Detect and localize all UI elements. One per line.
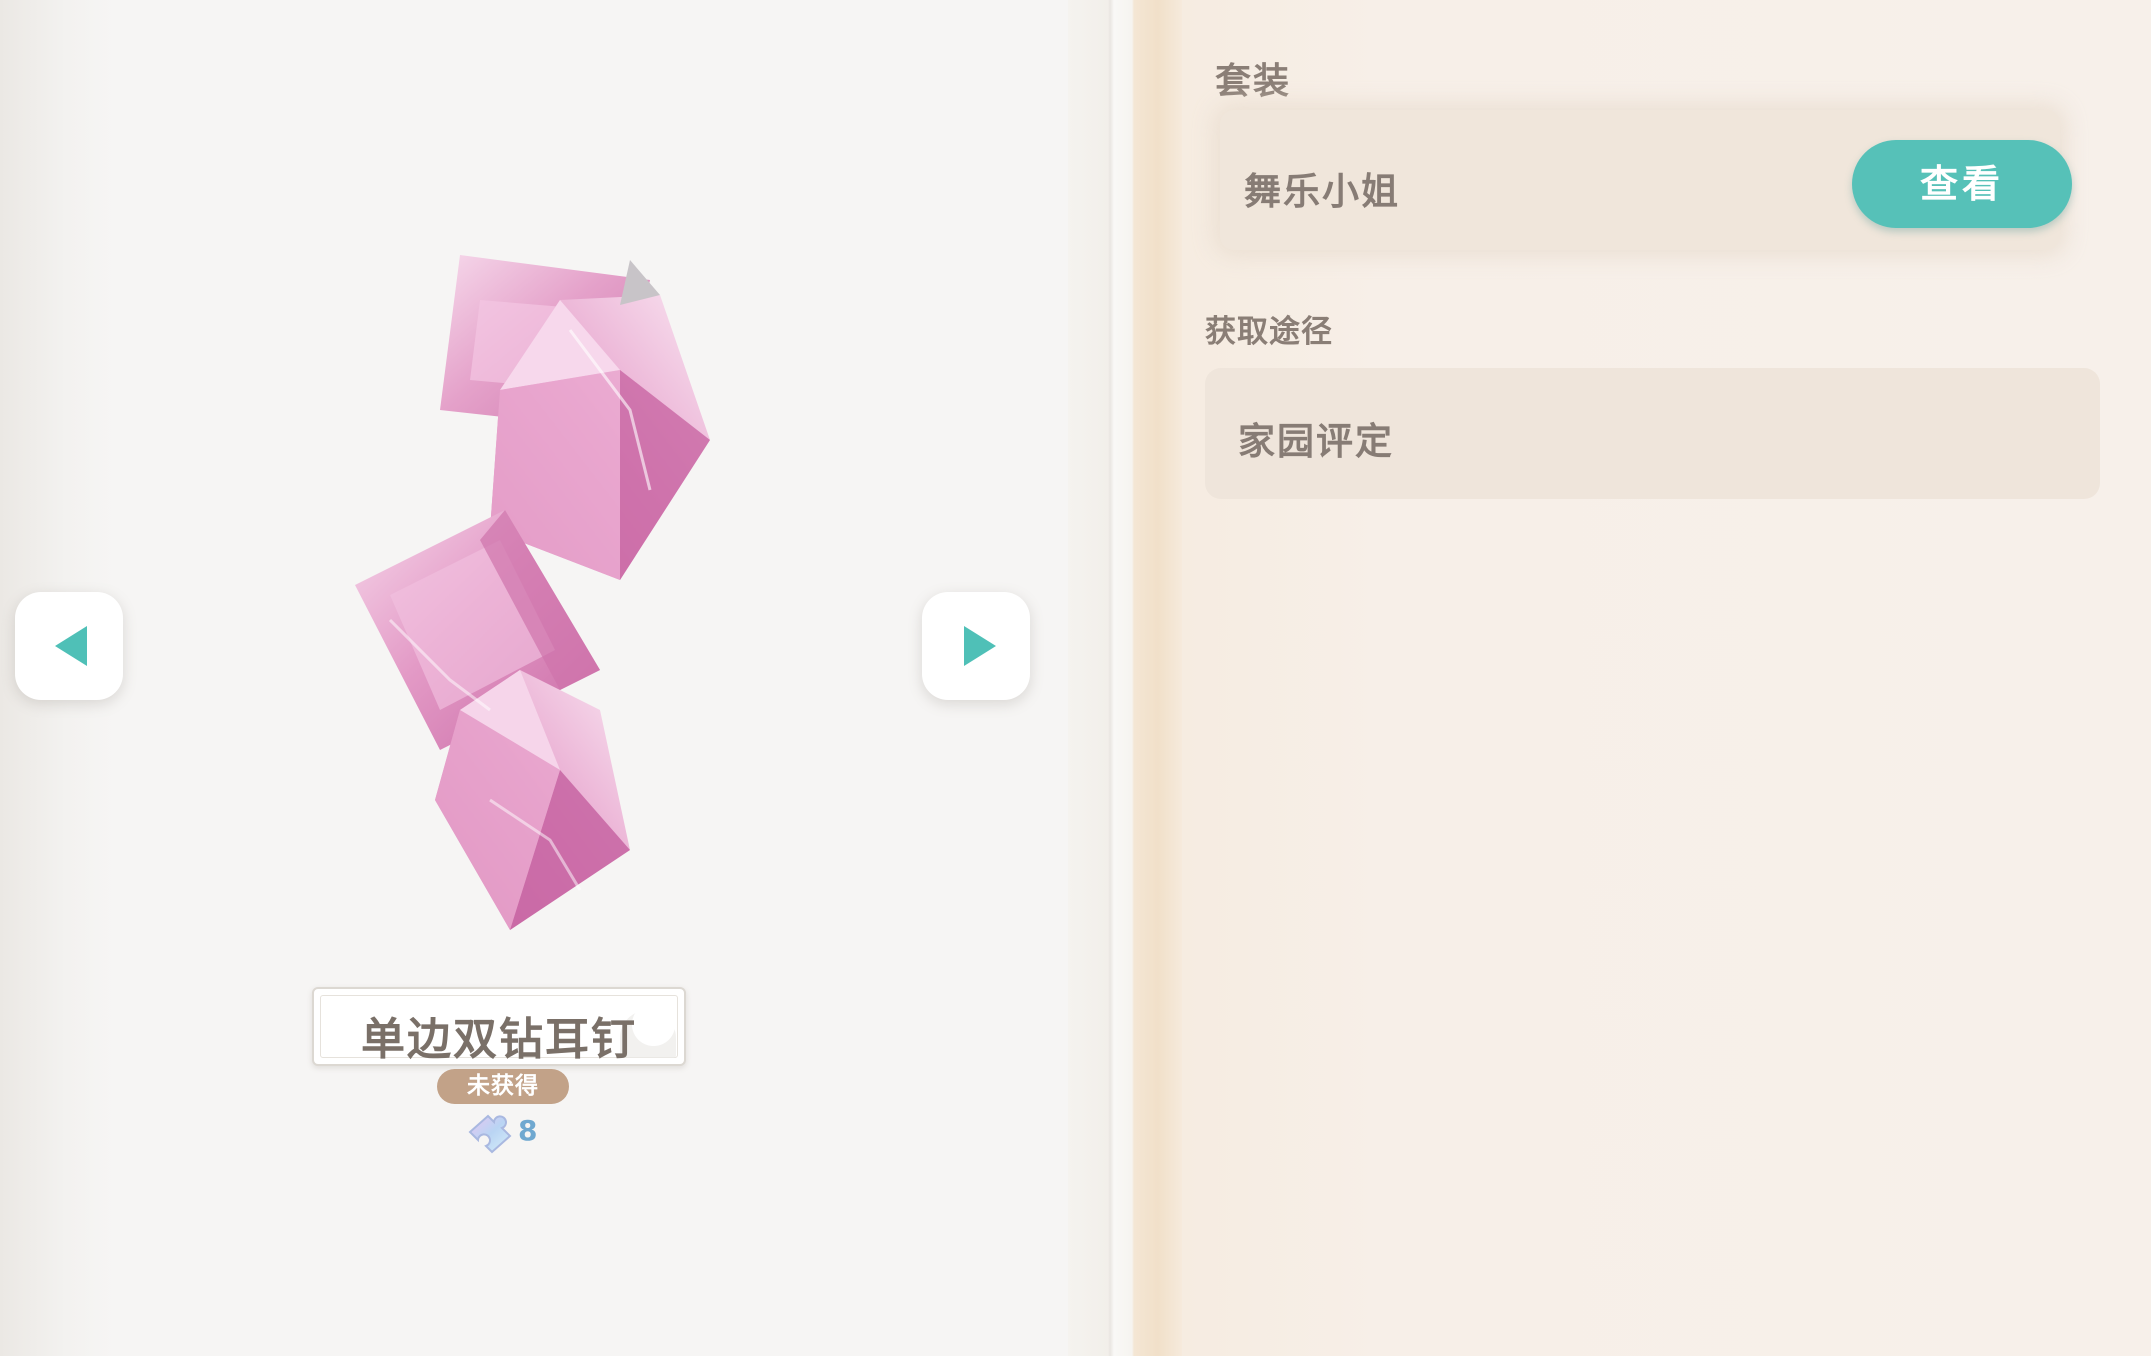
previous-item-button[interactable]	[15, 592, 123, 700]
book-spine-divider	[1068, 0, 1182, 1356]
arrow-right-icon	[964, 626, 996, 666]
arrow-left-icon	[55, 626, 87, 666]
item-name-plate: 单边双钻耳钉	[312, 987, 686, 1066]
suit-card: 舞乐小姐 查看	[1220, 110, 2072, 250]
item-preview-panel: 单边双钻耳钉 未获得 8	[0, 0, 1068, 1356]
acquisition-source: 家园评定	[1238, 420, 1394, 463]
view-suit-button[interactable]: 查看	[1852, 140, 2072, 228]
suit-name: 舞乐小姐	[1244, 170, 1400, 213]
status-badge: 未获得	[437, 1069, 569, 1104]
next-item-button[interactable]	[922, 592, 1030, 700]
suit-section-title: 套装	[1215, 61, 1292, 102]
item-name: 单边双钻耳钉	[361, 1014, 637, 1065]
puzzle-piece-icon	[468, 1114, 512, 1154]
item-detail-panel: 套装 舞乐小姐 查看 获取途径 家园评定	[1182, 0, 2151, 1356]
source-card: 家园评定	[1205, 368, 2100, 499]
pink-diamond-earring-icon	[355, 255, 710, 930]
source-section-title: 获取途径	[1205, 314, 1333, 350]
cost-amount: 8	[518, 1114, 538, 1147]
